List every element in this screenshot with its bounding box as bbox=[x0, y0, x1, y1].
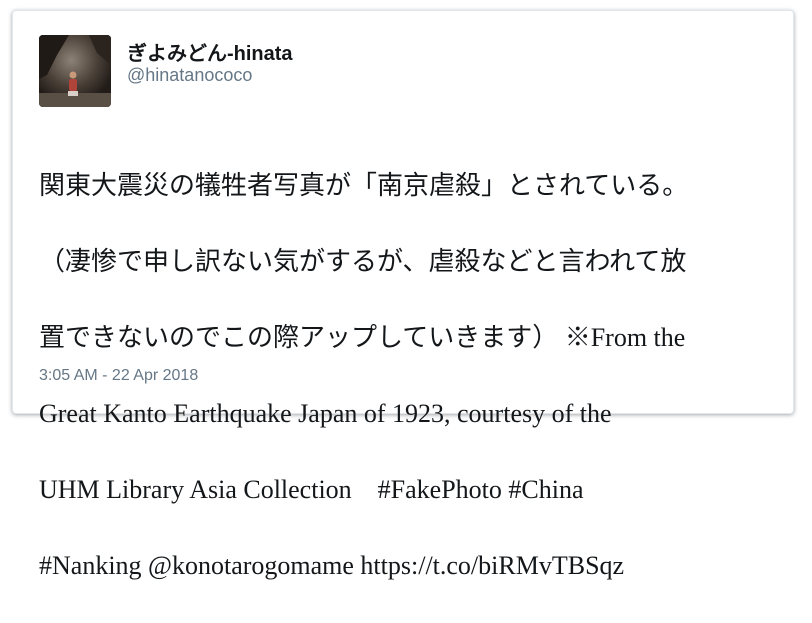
tweet-text-line: 置できないのでこの際アップしていきます） ※From the bbox=[39, 323, 686, 352]
author-handle[interactable]: @hinatanococo bbox=[127, 65, 252, 86]
tweet-text-line: UHM Library Asia Collection #FakePhoto #… bbox=[39, 475, 584, 504]
tweet-timestamp[interactable]: 3:05 AM - 22 Apr 2018 bbox=[39, 367, 198, 385]
tweet-text-line: 関東大震災の犠牲者写真が「南京虐殺」とされている。 bbox=[39, 171, 689, 200]
avatar[interactable] bbox=[39, 35, 111, 107]
author-display-name[interactable]: ぎよみどん-hinata bbox=[127, 37, 293, 66]
tweet-text-line: （凄惨で申し訳ない気がするが、虐殺などと言われて放 bbox=[39, 247, 687, 276]
avatar-photo bbox=[39, 35, 111, 107]
tweet-text-line: #Nanking @konotarogomame https://t.co/bi… bbox=[39, 551, 625, 580]
tweet-text-line: Great Kanto Earthquake Japan of 1923, co… bbox=[39, 399, 612, 428]
tweet-card: ぎよみどん-hinata @hinatanococo 関東大震災の犠牲者写真が「… bbox=[12, 10, 794, 580]
